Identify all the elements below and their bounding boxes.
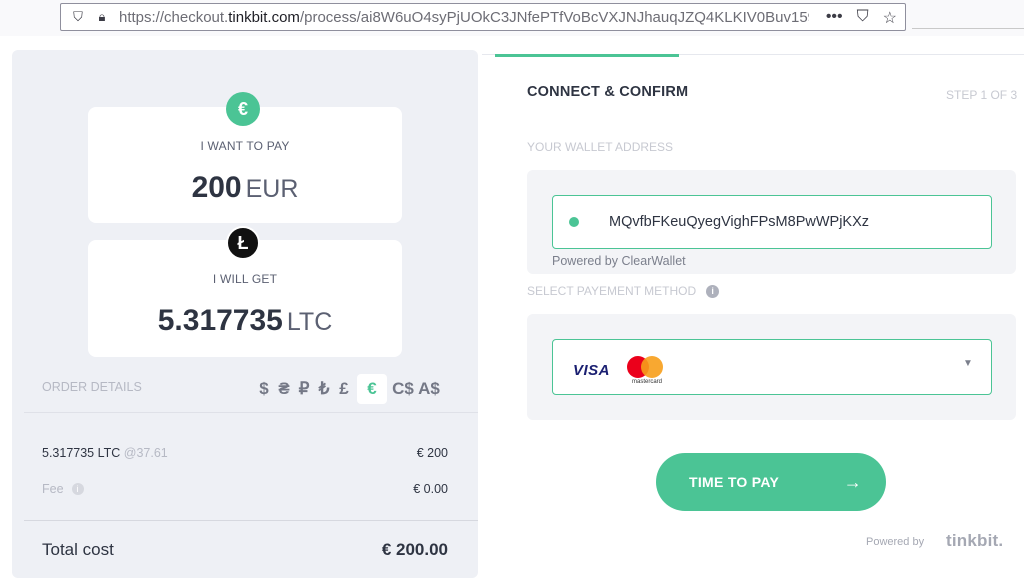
euro-coin-icon: € (226, 92, 260, 126)
tinkbit-logo: tinkbit. (946, 531, 1004, 550)
total-label: Total cost (42, 540, 114, 559)
get-amount: 5.317735 LTC (157, 304, 333, 337)
currency-cad[interactable]: C$ (390, 379, 416, 399)
wallet-address-input[interactable]: MQvfbFKeuQyegVighFPsM8PwWPjKXz (552, 195, 992, 249)
currency-usd[interactable]: $ (254, 379, 274, 399)
step-progress-bar (495, 54, 679, 57)
visa-logo: VISA (573, 362, 611, 379)
currency-rub[interactable]: ₽ (294, 379, 314, 399)
pay-label: I WANT TO PAY (200, 139, 290, 153)
currency-switcher: $ ₴ ₽ ₺ £ € C$ A$ (254, 374, 442, 404)
line-item-value: € 200 (416, 446, 448, 460)
line-item-row: 5.317735 LTC @37.61 € 200 (42, 446, 448, 460)
divider (24, 520, 478, 521)
wallet-address-value[interactable]: MQvfbFKeuQyegVighFPsM8PwWPjKXz (609, 214, 869, 230)
chevron-down-icon[interactable]: ▼ (963, 358, 973, 369)
wallet-label: YOUR WALLET ADDRESS (527, 140, 674, 154)
currency-gbp[interactable]: £ (334, 379, 354, 399)
arrow-right-icon: → (843, 471, 862, 492)
browser-toolbar-right (912, 0, 1024, 36)
pay-amount[interactable]: 200 EUR (88, 171, 402, 205)
address-bar[interactable]: ⛉ 🔒︎ https://checkout.tinkbit.com/proces… (60, 3, 906, 31)
fee-row: Fee i € 0.00 (42, 482, 448, 496)
star-icon[interactable]: ☆ (883, 8, 897, 28)
currency-try[interactable]: ₺ (314, 379, 334, 399)
currency-eur[interactable]: € (357, 374, 387, 404)
total-value: € 200.00 (381, 540, 448, 559)
browser-toolbar: ⛉ 🔒︎ https://checkout.tinkbit.com/proces… (0, 0, 1024, 36)
info-icon[interactable]: i (706, 284, 720, 298)
pocket-icon[interactable]: ⛉ (857, 8, 869, 28)
time-to-pay-button[interactable]: TIME TO PAY → (656, 453, 886, 511)
fee-value: € 0.00 (413, 482, 448, 496)
mastercard-logo: mastercard (625, 356, 671, 386)
payment-method-select[interactable]: VISA mastercard ▼ (552, 339, 992, 395)
divider (24, 412, 478, 413)
fee-label: Fee (42, 482, 64, 496)
section-title: CONNECT & CONFIRM (527, 84, 689, 100)
payment-method-label: SELECT PAYEMENT METHOD i (527, 284, 720, 298)
url-text[interactable]: https://checkout.tinkbit.com/process/ai8… (119, 9, 809, 26)
info-icon[interactable]: i (71, 483, 84, 495)
currency-aud[interactable]: A$ (416, 379, 442, 399)
status-dot-icon (569, 217, 579, 227)
litecoin-icon: Ł (226, 226, 260, 260)
order-details-label: ORDER DETAILS (42, 380, 142, 394)
more-icon[interactable]: ••• (826, 8, 843, 28)
shield-icon[interactable]: ⛉ (69, 8, 87, 26)
currency-uah[interactable]: ₴ (274, 379, 294, 399)
lock-icon[interactable]: 🔒︎ (93, 8, 111, 26)
line-item-rate: @37.61 (123, 446, 168, 460)
get-label: I WILL GET (212, 272, 278, 286)
powered-by-clearwallet: Powered by ClearWallet (552, 254, 686, 268)
powered-by-label: Powered by (866, 536, 925, 548)
line-item-label: 5.317735 LTC (42, 446, 121, 460)
order-summary-panel: I WANT TO PAY 200 EUR I WILL GET 5.317735… (12, 50, 478, 578)
total-row: Total cost € 200.00 (42, 540, 448, 560)
step-indicator: STEP 1 OF 3 (946, 88, 1018, 102)
